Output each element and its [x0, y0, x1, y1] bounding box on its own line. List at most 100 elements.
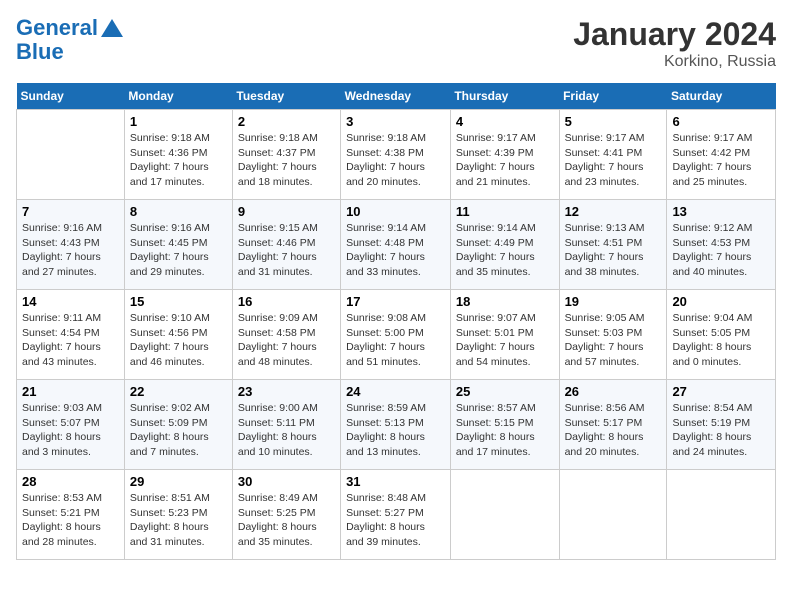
day-info: Sunrise: 9:00 AMSunset: 5:11 PMDaylight:… [238, 401, 335, 460]
day-info: Sunrise: 8:57 AMSunset: 5:15 PMDaylight:… [456, 401, 554, 460]
calendar-cell: 6 Sunrise: 9:17 AMSunset: 4:42 PMDaylight… [667, 110, 776, 200]
calendar-week-2: 14Sunrise: 9:11 AMSunset: 4:54 PMDayligh… [17, 290, 776, 380]
day-info: Sunrise: 9:15 AMSunset: 4:46 PMDaylight:… [238, 221, 335, 280]
day-info: Sunrise: 9:17 AMSunset: 4:41 PMDaylight:… [565, 131, 662, 190]
calendar-cell: 25Sunrise: 8:57 AMSunset: 5:15 PMDayligh… [450, 380, 559, 470]
day-number: 7 [22, 204, 119, 219]
header-thursday: Thursday [450, 83, 559, 110]
day-number: 30 [238, 474, 335, 489]
calendar-subtitle: Korkino, Russia [573, 53, 776, 71]
title-area: January 2024 Korkino, Russia [573, 16, 776, 71]
day-info: Sunrise: 9:12 AMSunset: 4:53 PMDaylight:… [672, 221, 770, 280]
day-info: Sunrise: 9:02 AMSunset: 5:09 PMDaylight:… [130, 401, 227, 460]
calendar-cell: 23 Sunrise: 9:00 AMSunset: 5:11 PMDayligh… [232, 380, 340, 470]
calendar-cell: 30 Sunrise: 8:49 AMSunset: 5:25 PMDayligh… [232, 470, 340, 560]
day-number: 26 [565, 384, 662, 399]
day-number: 8 [130, 204, 227, 219]
day-info: Sunrise: 9:09 AMSunset: 4:58 PMDaylight:… [238, 311, 335, 370]
calendar-cell: 28 Sunrise: 8:53 AMSunset: 5:21 PMDayligh… [17, 470, 125, 560]
day-number: 9 [238, 204, 335, 219]
calendar-cell: 9 Sunrise: 9:15 AMSunset: 4:46 PMDaylight… [232, 200, 340, 290]
day-number: 28 [22, 474, 119, 489]
day-info: Sunrise: 8:49 AMSunset: 5:25 PMDaylight:… [238, 491, 335, 550]
calendar-cell: 13 Sunrise: 9:12 AMSunset: 4:53 PMDayligh… [667, 200, 776, 290]
calendar-title: January 2024 [573, 16, 776, 53]
day-info: Sunrise: 9:11 AMSunset: 4:54 PMDaylight:… [22, 311, 119, 370]
calendar-cell: 31 Sunrise: 8:48 AMSunset: 5:27 PMDayligh… [341, 470, 451, 560]
day-info: Sunrise: 9:18 AMSunset: 4:37 PMDaylight:… [238, 131, 335, 190]
header-sunday: Sunday [17, 83, 125, 110]
calendar-cell: 5 Sunrise: 9:17 AMSunset: 4:41 PMDaylight… [559, 110, 667, 200]
day-number: 27 [672, 384, 770, 399]
calendar-header-row: Sunday Monday Tuesday Wednesday Thursday… [17, 83, 776, 110]
day-number: 29 [130, 474, 227, 489]
calendar-cell: 1 Sunrise: 9:18 AMSunset: 4:36 PMDaylight… [124, 110, 232, 200]
header: General Blue January 2024 Korkino, Russi… [16, 16, 776, 71]
day-number: 3 [346, 114, 445, 129]
logo-text-blue: Blue [16, 40, 64, 64]
day-info: Sunrise: 8:59 AMSunset: 5:13 PMDaylight:… [346, 401, 445, 460]
calendar-cell: 8Sunrise: 9:16 AMSunset: 4:45 PMDaylight… [124, 200, 232, 290]
calendar-cell: 12 Sunrise: 9:13 AMSunset: 4:51 PMDayligh… [559, 200, 667, 290]
day-number: 4 [456, 114, 554, 129]
day-number: 31 [346, 474, 445, 489]
day-info: Sunrise: 9:08 AMSunset: 5:00 PMDaylight:… [346, 311, 445, 370]
calendar-cell: 18Sunrise: 9:07 AMSunset: 5:01 PMDayligh… [450, 290, 559, 380]
day-info: Sunrise: 8:53 AMSunset: 5:21 PMDaylight:… [22, 491, 119, 550]
day-info: Sunrise: 9:10 AMSunset: 4:56 PMDaylight:… [130, 311, 227, 370]
day-number: 12 [565, 204, 662, 219]
day-number: 5 [565, 114, 662, 129]
day-number: 23 [238, 384, 335, 399]
day-number: 2 [238, 114, 335, 129]
day-info: Sunrise: 9:13 AMSunset: 4:51 PMDaylight:… [565, 221, 662, 280]
calendar-week-0: 1 Sunrise: 9:18 AMSunset: 4:36 PMDaylight… [17, 110, 776, 200]
calendar-cell: 26 Sunrise: 8:56 AMSunset: 5:17 PMDayligh… [559, 380, 667, 470]
calendar-cell [450, 470, 559, 560]
day-number: 20 [672, 294, 770, 309]
day-info: Sunrise: 9:04 AMSunset: 5:05 PMDaylight:… [672, 311, 770, 370]
calendar-week-3: 21Sunrise: 9:03 AMSunset: 5:07 PMDayligh… [17, 380, 776, 470]
day-info: Sunrise: 9:18 AMSunset: 4:38 PMDaylight:… [346, 131, 445, 190]
day-number: 18 [456, 294, 554, 309]
header-wednesday: Wednesday [341, 83, 451, 110]
day-info: Sunrise: 8:56 AMSunset: 5:17 PMDaylight:… [565, 401, 662, 460]
calendar-cell: 3 Sunrise: 9:18 AMSunset: 4:38 PMDaylight… [341, 110, 451, 200]
header-saturday: Saturday [667, 83, 776, 110]
calendar-cell: 4Sunrise: 9:17 AMSunset: 4:39 PMDaylight… [450, 110, 559, 200]
header-monday: Monday [124, 83, 232, 110]
calendar-cell: 29 Sunrise: 8:51 AMSunset: 5:23 PMDayligh… [124, 470, 232, 560]
calendar-cell: 20 Sunrise: 9:04 AMSunset: 5:05 PMDayligh… [667, 290, 776, 380]
logo: General Blue [16, 16, 123, 64]
header-tuesday: Tuesday [232, 83, 340, 110]
calendar-cell: 17Sunrise: 9:08 AMSunset: 5:00 PMDayligh… [341, 290, 451, 380]
calendar-cell: 14Sunrise: 9:11 AMSunset: 4:54 PMDayligh… [17, 290, 125, 380]
day-info: Sunrise: 8:48 AMSunset: 5:27 PMDaylight:… [346, 491, 445, 550]
day-info: Sunrise: 9:17 AMSunset: 4:42 PMDaylight:… [672, 131, 770, 190]
day-number: 16 [238, 294, 335, 309]
day-number: 6 [672, 114, 770, 129]
header-friday: Friday [559, 83, 667, 110]
day-info: Sunrise: 9:16 AMSunset: 4:43 PMDaylight:… [22, 221, 119, 280]
day-number: 15 [130, 294, 227, 309]
calendar-cell: 22Sunrise: 9:02 AMSunset: 5:09 PMDayligh… [124, 380, 232, 470]
calendar-table: Sunday Monday Tuesday Wednesday Thursday… [16, 83, 776, 560]
calendar-cell: 19 Sunrise: 9:05 AMSunset: 5:03 PMDayligh… [559, 290, 667, 380]
day-info: Sunrise: 9:18 AMSunset: 4:36 PMDaylight:… [130, 131, 227, 190]
day-number: 19 [565, 294, 662, 309]
day-info: Sunrise: 9:03 AMSunset: 5:07 PMDaylight:… [22, 401, 119, 460]
day-number: 1 [130, 114, 227, 129]
day-info: Sunrise: 9:14 AMSunset: 4:49 PMDaylight:… [456, 221, 554, 280]
logo-icon [101, 17, 123, 39]
calendar-cell: 15 Sunrise: 9:10 AMSunset: 4:56 PMDayligh… [124, 290, 232, 380]
day-info: Sunrise: 8:51 AMSunset: 5:23 PMDaylight:… [130, 491, 227, 550]
day-number: 10 [346, 204, 445, 219]
day-number: 24 [346, 384, 445, 399]
calendar-cell [17, 110, 125, 200]
day-info: Sunrise: 9:05 AMSunset: 5:03 PMDaylight:… [565, 311, 662, 370]
calendar-cell [559, 470, 667, 560]
day-number: 13 [672, 204, 770, 219]
day-number: 11 [456, 204, 554, 219]
calendar-cell: 11 Sunrise: 9:14 AMSunset: 4:49 PMDayligh… [450, 200, 559, 290]
calendar-week-1: 7 Sunrise: 9:16 AMSunset: 4:43 PMDaylight… [17, 200, 776, 290]
calendar-cell: 7 Sunrise: 9:16 AMSunset: 4:43 PMDaylight… [17, 200, 125, 290]
